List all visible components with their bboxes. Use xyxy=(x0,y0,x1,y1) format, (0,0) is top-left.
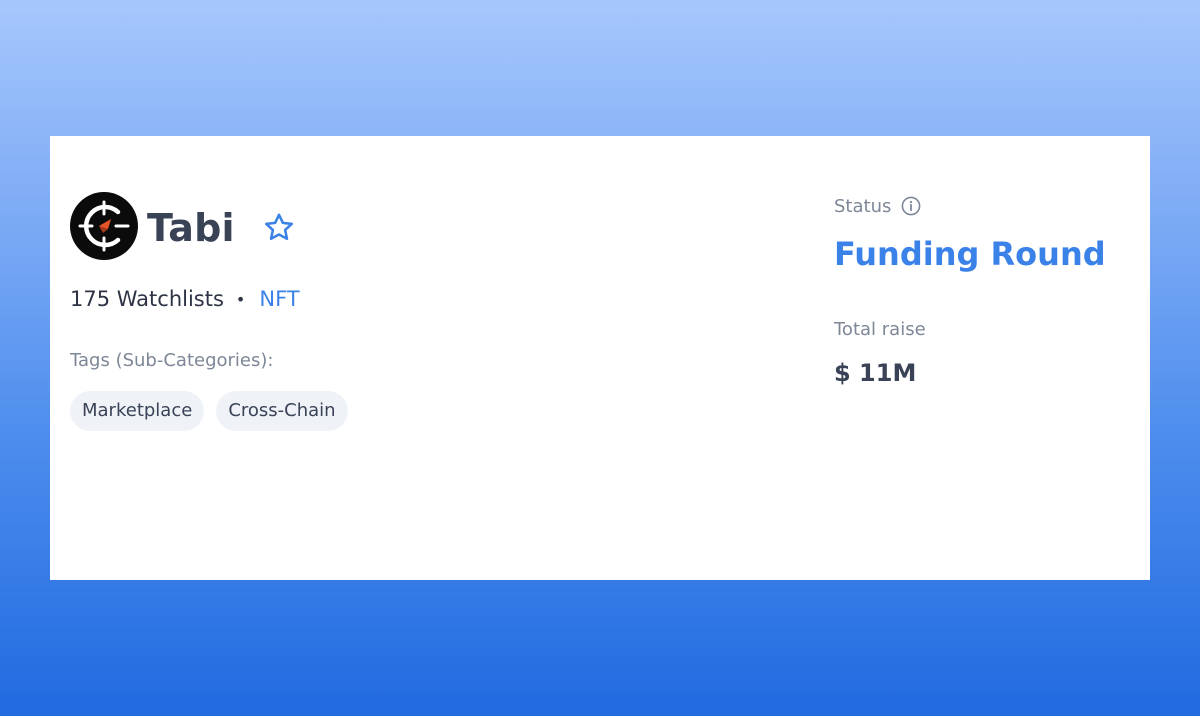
watchlist-count: 175 Watchlists xyxy=(70,287,224,311)
tag-chip-marketplace[interactable]: Marketplace xyxy=(70,391,205,431)
project-card: Tabi 175 Watchlists • NFT Tags (Sub-Cate… xyxy=(50,136,1150,580)
tags-label: Tags (Sub-Categories): xyxy=(70,350,274,371)
meta-separator: • xyxy=(235,289,246,309)
tabi-logo-icon xyxy=(70,192,138,260)
status-label: Status xyxy=(834,195,892,217)
watchlist-star-icon[interactable] xyxy=(261,210,297,246)
total-raise-label: Total raise xyxy=(834,319,926,340)
tag-chip-cross-chain[interactable]: Cross-Chain xyxy=(216,391,348,431)
info-icon[interactable] xyxy=(901,196,921,216)
category-link[interactable]: NFT xyxy=(259,287,299,311)
status-value: Funding Round xyxy=(834,235,1106,273)
project-meta-row: 175 Watchlists • NFT xyxy=(70,284,300,314)
total-raise-value: $ 11M xyxy=(834,359,917,387)
project-name: Tabi xyxy=(147,206,235,250)
status-label-row: Status xyxy=(834,192,921,220)
tags-list: Marketplace Cross-Chain xyxy=(70,391,348,431)
